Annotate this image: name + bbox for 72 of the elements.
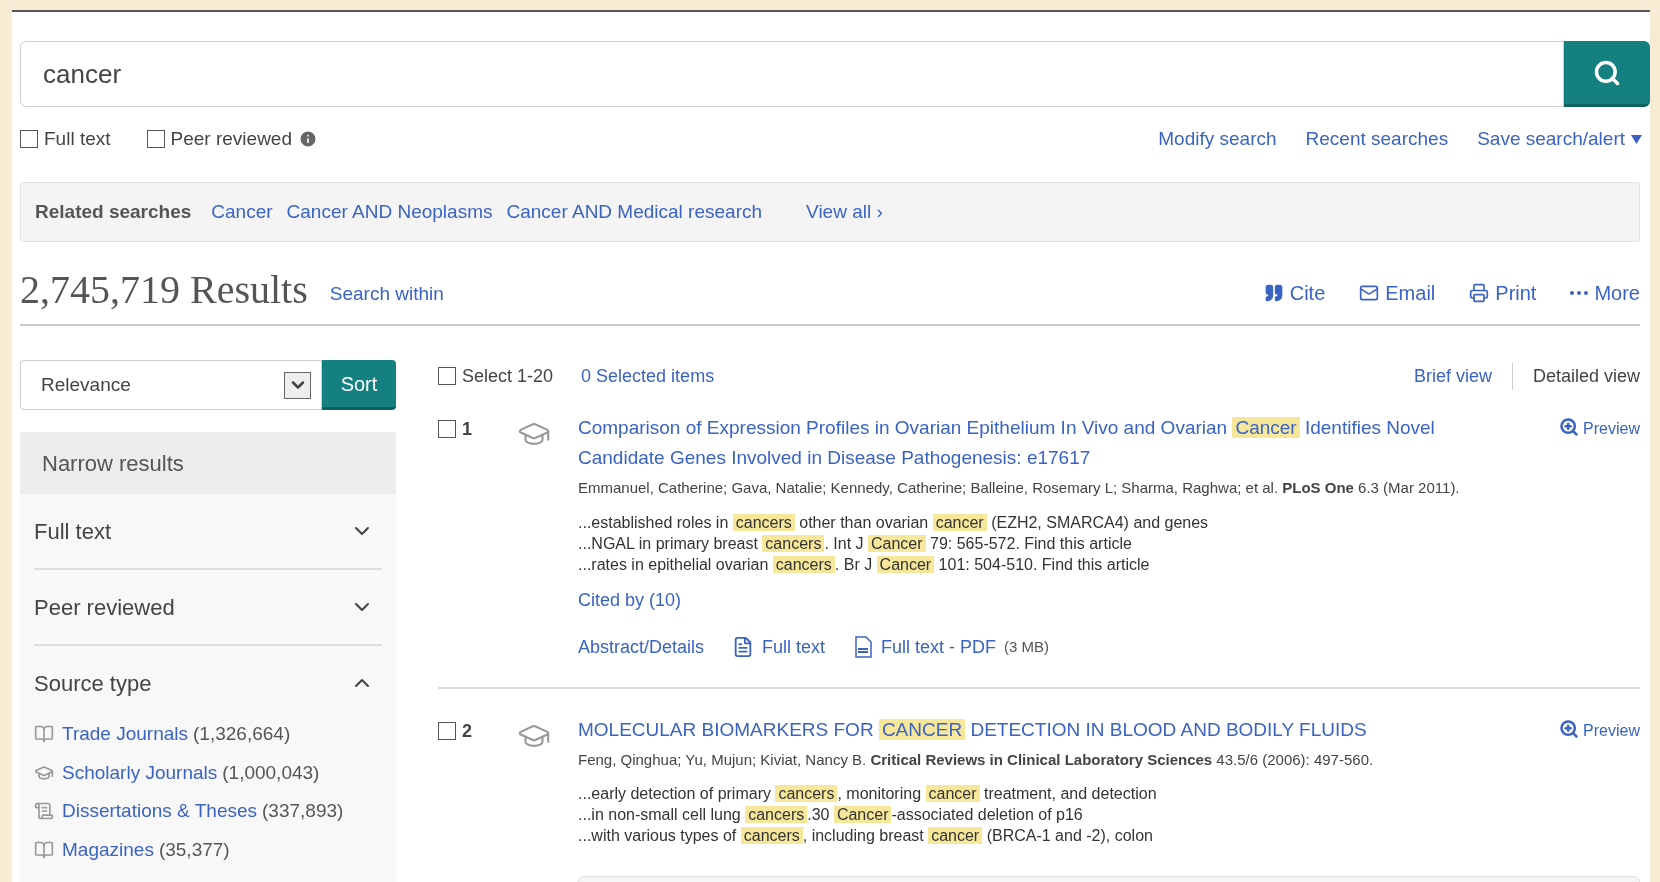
checkbox[interactable] xyxy=(438,367,456,385)
citation: Emmanuel, Catherine; Gava, Natalie; Kennedy, Catherine; Balleine, Rosemary L; Sharma, Raghwa; et al. PLoS One 6.3 (Mar 2011). xyxy=(578,478,1461,498)
narrow-results-heading: Narrow results xyxy=(20,432,396,494)
facet-toggle[interactable]: Peer reviewed xyxy=(34,570,382,644)
search-icon xyxy=(1593,58,1621,87)
related-search-link[interactable]: Cancer AND Medical research xyxy=(506,197,763,227)
facet-count: (1,326,664) xyxy=(193,722,291,746)
envelope-icon xyxy=(1359,283,1380,303)
search-field[interactable]: cancer xyxy=(20,41,1564,107)
related-search-link[interactable]: Cancer AND Neoplasms xyxy=(286,197,493,227)
sort-button[interactable]: Sort xyxy=(322,360,396,410)
facet-link[interactable]: Dissertations & Theses xyxy=(62,797,257,826)
toolbar-link[interactable]: Print xyxy=(1469,278,1537,308)
facet-link[interactable]: Scholarly Journals xyxy=(62,758,218,787)
quote-icon xyxy=(1263,283,1284,303)
caret-icon xyxy=(1631,134,1642,144)
link[interactable]: Recent searches xyxy=(1305,124,1449,154)
book-icon xyxy=(34,724,54,745)
related-search-link[interactable]: Cancer xyxy=(211,197,273,227)
facet-toggle[interactable]: Full text xyxy=(34,494,382,568)
more-icon xyxy=(1570,291,1589,295)
checkbox[interactable] xyxy=(20,130,38,148)
related-searches-label: Related searches xyxy=(35,199,192,224)
preview-link[interactable]: Preview xyxy=(1559,417,1640,473)
preview-link[interactable]: Preview xyxy=(1559,718,1640,745)
info-icon xyxy=(298,129,318,149)
snippet: ...NGAL in primary breast cancers . Int J Cancer 79: 565-572. Find this article xyxy=(578,533,1133,554)
results-count: 2,745,719 Results xyxy=(20,270,308,310)
select-all-label: Select 1-20 xyxy=(462,364,554,388)
snippet: ...early detection of primary cancers , monitoring cancer treatment, and detection xyxy=(578,784,1158,804)
snippet: ...in non-small cell lung cancers .30 Cancer -associated deletion of p16 xyxy=(578,805,1084,825)
facet-count: (35,377) xyxy=(158,837,230,862)
snippet: ...established roles in cancers other than ovarian cancer (EZH2, SMARCA4) and genes xyxy=(578,512,1210,533)
record-title-link[interactable]: MOLECULAR BIOMARKERS FOR CANCER DETECTION IN BLOOD AND BODILY FLUIDS xyxy=(578,714,1560,745)
record-title-link[interactable]: Comparison of Expression Profiles in Ovarian Epithelium In Vivo and Ovarian Cancer Identifies Novel Candidate Genes Involved in Disease Pathogenesis: e17617 xyxy=(578,413,1560,473)
checkbox[interactable] xyxy=(146,130,165,148)
snippet: ...with various types of cancers , including breast cancer (BRCA-1 and -2), colon xyxy=(578,826,1154,846)
checkbox[interactable] xyxy=(438,721,456,740)
toolbar-link[interactable]: Email xyxy=(1359,278,1436,308)
checkbox-label: Full text xyxy=(44,126,111,151)
record-number: 2 xyxy=(462,721,472,740)
selected-items-link[interactable]: 0 Selected items xyxy=(581,362,715,390)
checkbox[interactable] xyxy=(438,420,456,438)
facet-link[interactable]: Magazines xyxy=(62,835,154,864)
facet-link[interactable]: Trade Journals xyxy=(62,720,189,749)
sort-select[interactable]: Relevance xyxy=(20,360,322,410)
record-number: 1 xyxy=(462,420,472,438)
save-search-dropdown[interactable]: Save search/alert xyxy=(1477,124,1642,154)
record-link[interactable]: Abstract/Details xyxy=(578,633,705,661)
search-button[interactable] xyxy=(1564,41,1650,107)
snippet: ...rates in epithelial ovarian cancers . Br J Cancer 101: 504-510. Find this article xyxy=(578,554,1151,575)
record-link[interactable]: Full text xyxy=(732,633,826,661)
view-option[interactable]: Detailed view xyxy=(1511,362,1640,390)
magnifier-icon xyxy=(1559,417,1580,437)
citation: Feng, Qinghua; Yu, Mujun; Kiviat, Nancy B. Critical Reviews in Clinical Laboratory Sciences 43.5/6 (2006): 497-560. xyxy=(578,749,1375,770)
printer-icon xyxy=(1469,283,1490,303)
facet-toggle[interactable]: Source type xyxy=(34,646,382,720)
scroll-icon xyxy=(34,801,54,822)
view-option[interactable]: Brief view xyxy=(1393,362,1512,390)
link[interactable]: Modify search xyxy=(1158,124,1277,154)
cited-by-link[interactable]: Cited by (10) xyxy=(578,586,1640,614)
toolbar-link[interactable]: More xyxy=(1570,278,1640,308)
facet-count: (1,000,043) xyxy=(222,760,320,785)
search-within-link[interactable]: Search within xyxy=(329,279,444,308)
magnifier-icon xyxy=(1559,718,1580,739)
book-icon xyxy=(34,839,54,860)
pdf-file-icon xyxy=(853,636,874,658)
view-all-link[interactable]: View all › xyxy=(806,197,883,227)
checkbox-label: Peer reviewed xyxy=(170,126,292,151)
toolbar-link[interactable]: Cite xyxy=(1263,278,1326,308)
facet-count: (337,893) xyxy=(262,799,344,823)
record-link[interactable]: Full text - PDF (3 MB) xyxy=(853,633,1050,661)
